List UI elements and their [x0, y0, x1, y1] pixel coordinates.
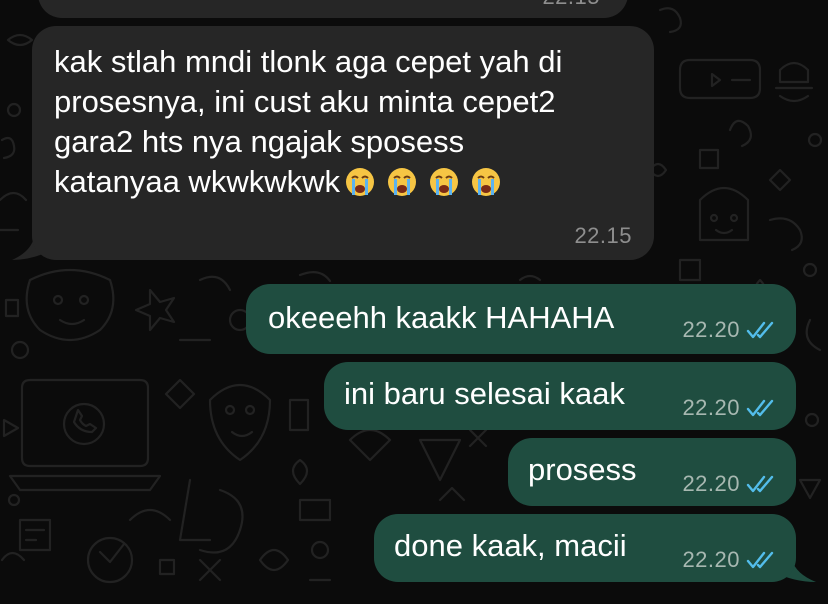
message-meta: 22.20 [682, 548, 776, 572]
read-receipt-double-check-icon [746, 399, 774, 417]
message-meta: 22.20 [682, 318, 776, 342]
incoming-message-bubble[interactable]: kak stlah mndi tlonk aga cepet yah di pr… [32, 26, 654, 260]
outgoing-message-bubble[interactable]: done kaak, macii 22.20 [374, 514, 796, 582]
message-meta: 22.20 [682, 472, 776, 496]
message-text: kak stlah mndi tlonk aga cepet yah di pr… [54, 42, 562, 202]
message-text: ini baru selesai kaak [344, 376, 625, 411]
loudly-crying-face-emoji [344, 166, 376, 198]
message-timestamp: 22.15 [574, 223, 632, 248]
chat-conversation[interactable]: 22.15 kak stlah mndi tlonk aga cepet yah… [0, 0, 828, 604]
message-line: gara2 hts nya ngajak sposess [54, 124, 465, 159]
outgoing-message-bubble[interactable]: okeeehh kaakk HAHAHA 22.20 [246, 284, 796, 354]
message-line-text: katanyaa wkwkwkwk [54, 164, 340, 199]
outgoing-message-bubble[interactable]: prosess 22.20 [508, 438, 796, 506]
message-text: okeeehh kaakk HAHAHA [268, 300, 615, 335]
read-receipt-double-check-icon [746, 475, 774, 493]
message-line: prosesnya, ini cust aku minta cepet2 [54, 84, 556, 119]
outgoing-message-bubble[interactable]: ini baru selesai kaak 22.20 [324, 362, 796, 430]
read-receipt-double-check-icon [746, 321, 774, 339]
message-line: katanyaa wkwkwkwk [54, 162, 562, 202]
message-timestamp: 22.15 [542, 0, 600, 10]
read-receipt-double-check-icon [746, 551, 774, 569]
message-line: kak stlah mndi tlonk aga cepet yah di [54, 44, 563, 79]
message-timestamp: 22.20 [682, 547, 740, 572]
loudly-crying-face-emoji [386, 166, 418, 198]
message-text: done kaak, macii [394, 528, 627, 563]
message-timestamp: 22.20 [682, 471, 740, 496]
loudly-crying-face-emoji [470, 166, 502, 198]
message-text: prosess [528, 452, 637, 487]
previous-message-bubble[interactable]: 22.15 [38, 0, 628, 18]
message-timestamp: 22.20 [682, 317, 740, 342]
message-meta: 22.15 [574, 224, 632, 248]
message-meta: 22.20 [682, 396, 776, 420]
loudly-crying-face-emoji [428, 166, 460, 198]
message-timestamp: 22.20 [682, 395, 740, 420]
